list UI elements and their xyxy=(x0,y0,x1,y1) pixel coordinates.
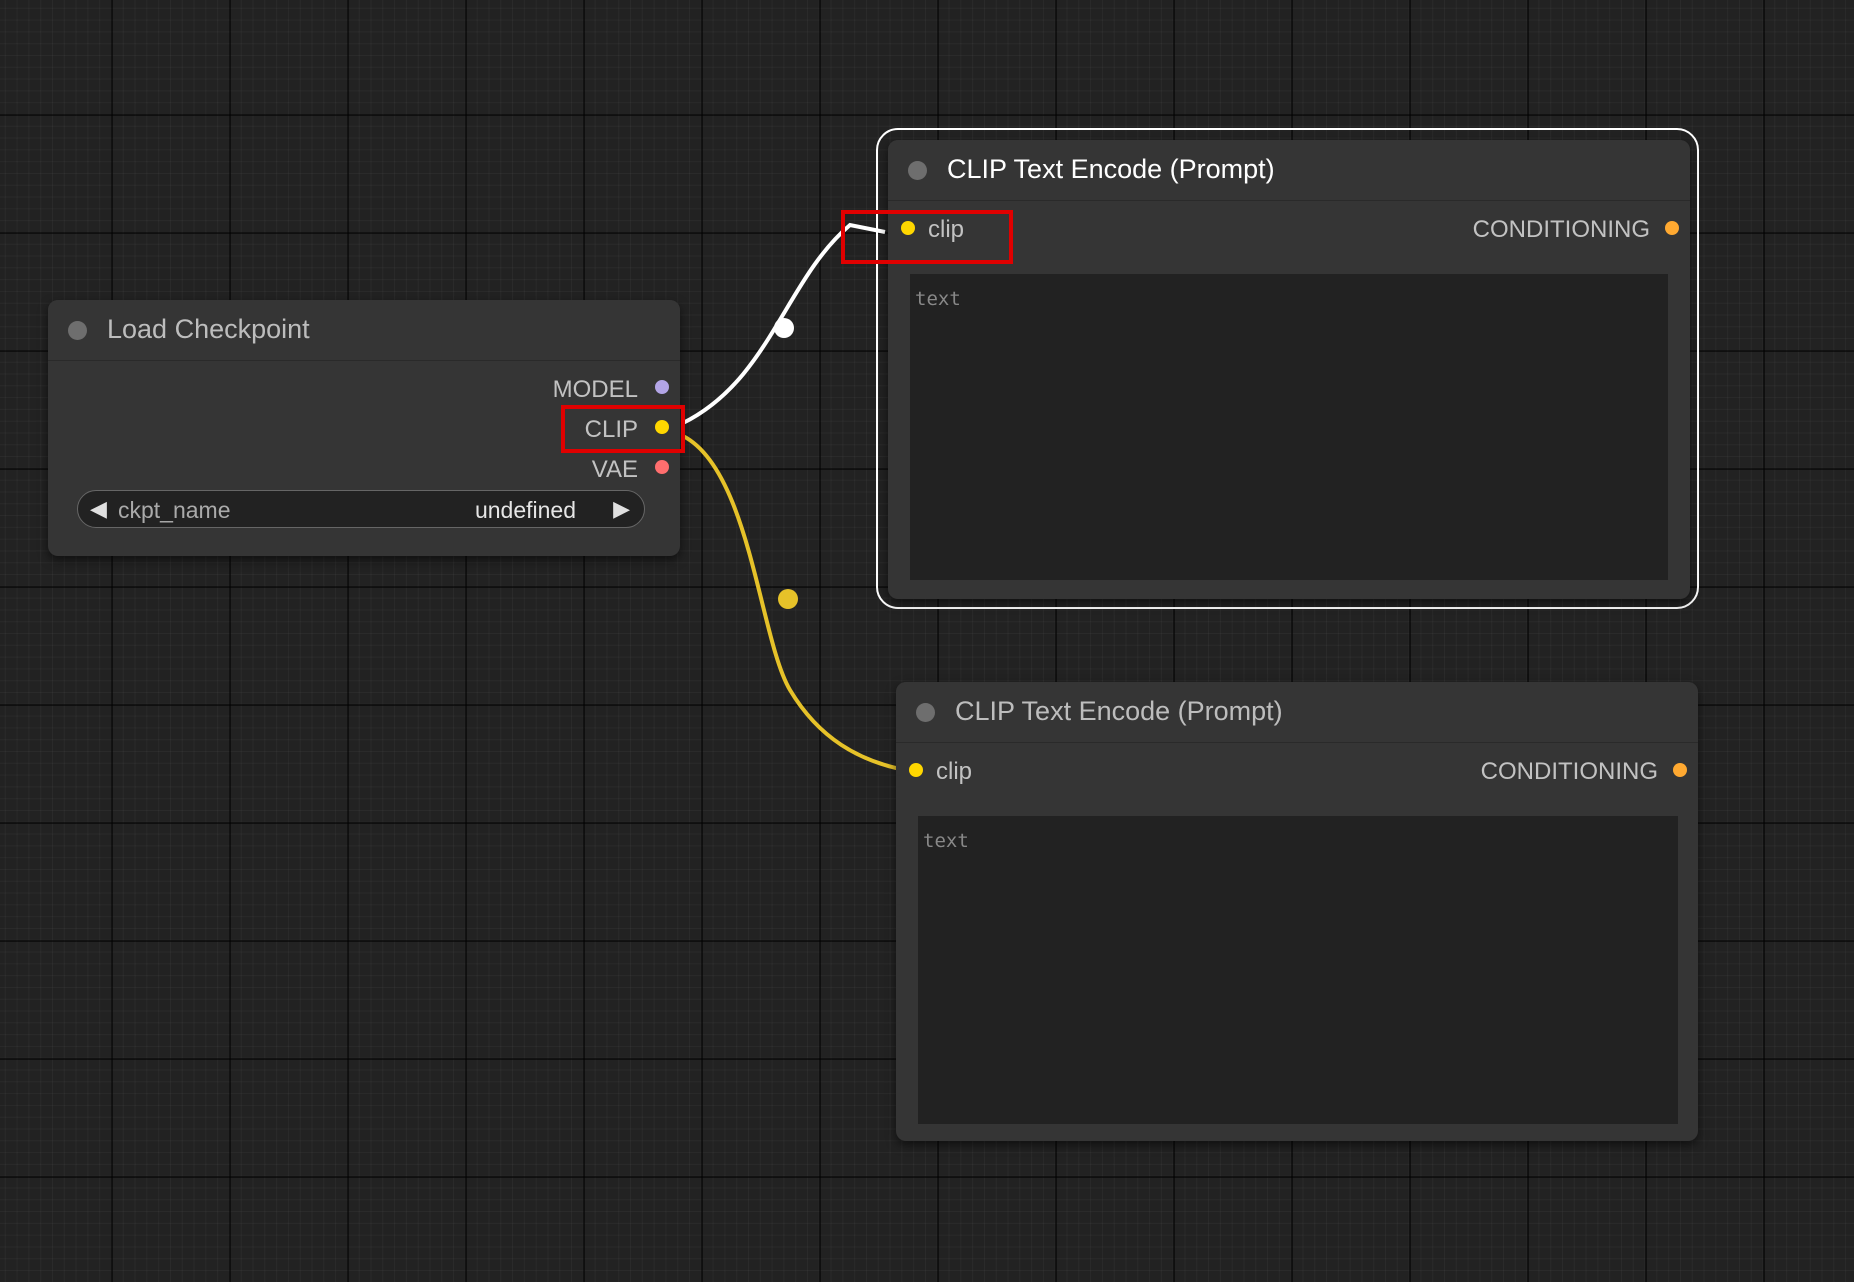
node-collapse-dot[interactable] xyxy=(68,321,87,340)
output-slot-model[interactable] xyxy=(655,380,669,394)
highlight-box-clip-input xyxy=(841,210,1013,264)
node-title: Load Checkpoint xyxy=(107,314,310,344)
output-slot-vae[interactable] xyxy=(655,460,669,474)
combo-next-arrow-icon[interactable]: ▶ xyxy=(613,496,630,522)
link-clip-to-bottom-encoder[interactable] xyxy=(682,434,901,771)
node-graph-canvas[interactable]: Load Checkpoint MODEL CLIP VAE ◀ ckpt_na… xyxy=(0,0,1854,1282)
link-midpoint-bottom[interactable] xyxy=(778,589,798,609)
ckpt-name-combo[interactable]: ◀ ckpt_name undefined ▶ xyxy=(77,490,645,528)
input-label-clip: clip xyxy=(936,758,973,785)
highlight-box-clip-output xyxy=(561,405,685,453)
combo-value: undefined xyxy=(474,497,576,523)
node-collapse-dot[interactable] xyxy=(908,161,927,180)
prompt-text-area[interactable]: text xyxy=(918,816,1678,1124)
node-title: CLIP Text Encode (Prompt) xyxy=(947,154,1275,184)
output-label-conditioning: CONDITIONING xyxy=(1472,216,1650,243)
combo-prev-arrow-icon[interactable]: ◀ xyxy=(90,496,107,522)
input-slot-clip[interactable] xyxy=(909,763,923,777)
output-label-conditioning: CONDITIONING xyxy=(1480,758,1658,785)
node-header[interactable]: Load Checkpoint xyxy=(48,300,680,361)
combo-name-label: ckpt_name xyxy=(118,497,231,523)
prompt-text-area[interactable]: text xyxy=(910,274,1668,580)
node-header[interactable]: CLIP Text Encode (Prompt) xyxy=(888,140,1690,201)
output-slot-conditioning[interactable] xyxy=(1665,221,1679,235)
node-title: CLIP Text Encode (Prompt) xyxy=(955,696,1283,726)
output-label-vae: VAE xyxy=(591,456,638,483)
output-slot-conditioning[interactable] xyxy=(1673,763,1687,777)
node-header[interactable]: CLIP Text Encode (Prompt) xyxy=(896,682,1698,743)
node-collapse-dot[interactable] xyxy=(916,703,935,722)
link-midpoint-top[interactable] xyxy=(774,318,794,338)
clip-text-encode-node-top[interactable]: CLIP Text Encode (Prompt) clip CONDITION… xyxy=(888,140,1690,599)
output-label-model: MODEL xyxy=(552,376,638,403)
clip-text-encode-node-bottom[interactable]: CLIP Text Encode (Prompt) clip CONDITION… xyxy=(896,682,1698,1141)
